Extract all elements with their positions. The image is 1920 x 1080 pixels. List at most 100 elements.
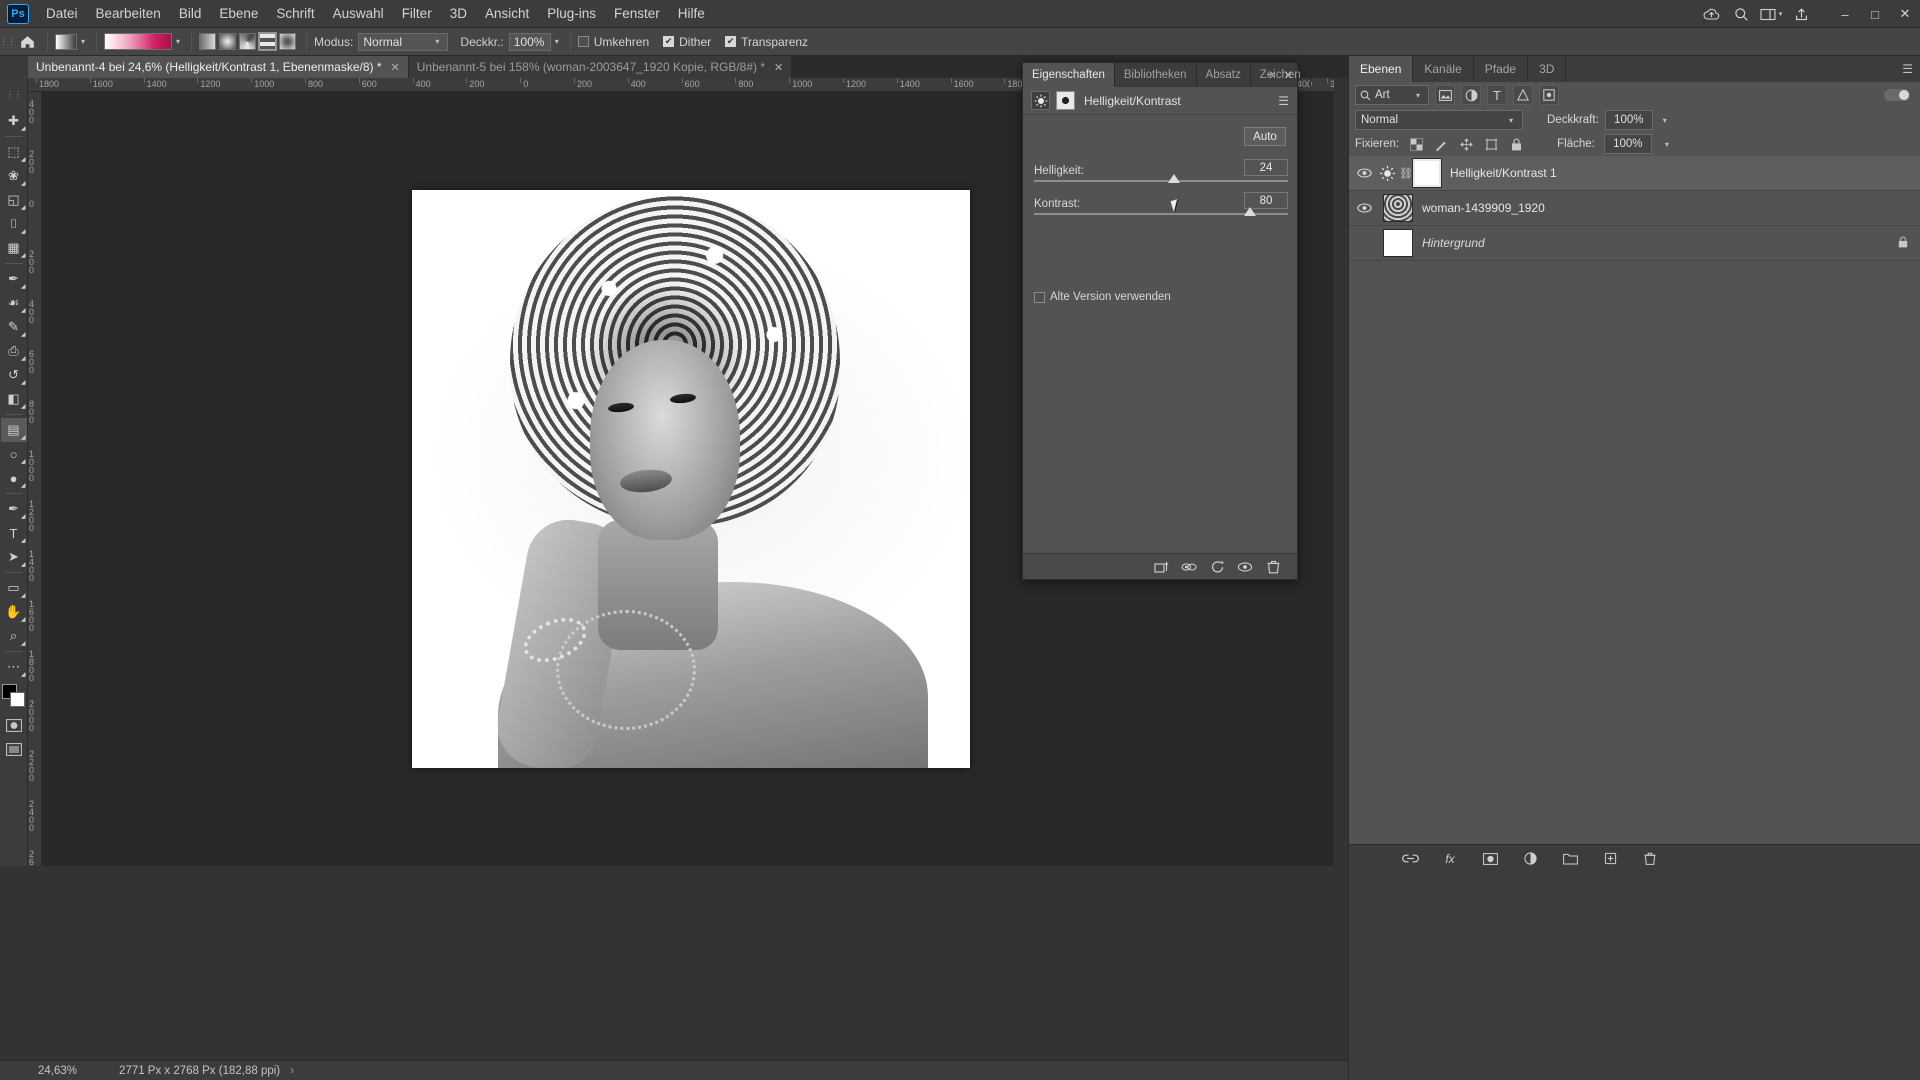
pixel-filter-icon[interactable] (1435, 85, 1455, 105)
lock-position-icon[interactable] (1458, 136, 1474, 152)
background-color-swatch[interactable] (9, 692, 25, 707)
document-tab[interactable]: Unbenannt-5 bei 158% (woman-2003647_1920… (408, 56, 793, 78)
clone-stamp-tool[interactable]: ⎙ ◢ (1, 339, 27, 363)
view-previous-state-icon[interactable] (1181, 559, 1197, 575)
brightness-track[interactable] (1034, 180, 1288, 182)
close-tab-icon[interactable]: ✕ (774, 61, 783, 74)
mode-select[interactable]: Normal ▾ (358, 32, 449, 51)
gradient-type-radial[interactable] (219, 33, 237, 50)
chevron-down-icon[interactable]: ▾ (555, 37, 559, 46)
menu-item-fenster[interactable]: Fenster (605, 3, 669, 24)
auto-button[interactable]: Auto (1244, 127, 1286, 146)
close-tab-icon[interactable]: ✕ (391, 61, 400, 74)
layers-tab-pfade[interactable]: Pfade (1474, 56, 1529, 82)
menu-item-filter[interactable]: Filter (393, 3, 441, 24)
menu-item-schrift[interactable]: Schrift (267, 3, 323, 24)
zoom-tool[interactable]: ⌕ ◢ (1, 624, 27, 648)
menu-item-bild[interactable]: Bild (170, 3, 211, 24)
layer-row[interactable]: woman-1439909_1920 (1349, 191, 1920, 226)
toolbar-grip[interactable]: ⋮⋮ (6, 80, 23, 108)
collapse-icon[interactable]: « (1269, 69, 1275, 81)
layer-thumbnail[interactable] (1383, 229, 1413, 257)
opacity-input[interactable]: 100% (508, 32, 551, 51)
layer-visibility-icon[interactable] (1353, 168, 1375, 178)
properties-tab-bibliotheken[interactable]: Bibliotheken (1115, 63, 1197, 87)
layer-fill-input[interactable]: 100% (1603, 134, 1652, 154)
gradient-type-reflected[interactable] (258, 32, 278, 51)
contrast-thumb[interactable] (1243, 207, 1256, 216)
close-button[interactable]: ✕ (1890, 0, 1920, 28)
delete-layer-icon[interactable] (1641, 850, 1659, 868)
healing-brush-tool[interactable]: ☙ ◢ (1, 291, 27, 315)
dodge-tool[interactable]: ● ◢ (1, 466, 27, 490)
smart-object-filter-icon[interactable] (1539, 85, 1559, 105)
move-tool[interactable]: ✚ ◢ (1, 109, 27, 133)
rectangle-tool[interactable]: ▭ ◢ (1, 576, 27, 600)
menu-item-plug-ins[interactable]: Plug-ins (538, 3, 605, 24)
chevron-down-icon[interactable]: ▾ (81, 37, 85, 46)
maximize-button[interactable]: □ (1860, 0, 1890, 28)
document-tab[interactable]: Unbenannt-4 bei 24,6% (Helligkeit/Kontra… (28, 56, 409, 78)
reverse-checkbox[interactable]: Umkehren (577, 35, 649, 49)
screen-mode-icon[interactable] (1, 737, 27, 761)
brightness-value[interactable]: 24 (1244, 159, 1288, 176)
chevron-down-icon[interactable]: ▾ (1663, 116, 1667, 125)
gradient-swatch-small[interactable] (55, 33, 77, 50)
new-group-icon[interactable] (1561, 850, 1579, 868)
gradient-type-diamond[interactable] (279, 33, 297, 50)
blend-mode-select[interactable]: Normal ▾ (1355, 110, 1523, 130)
new-adjustment-icon[interactable] (1521, 850, 1539, 868)
properties-menu-icon[interactable]: ☰ (1278, 94, 1289, 108)
quick-mask-icon[interactable] (1, 713, 27, 737)
gradient-tool[interactable]: ▤ ◢ (0, 418, 27, 442)
color-swatches[interactable] (1, 683, 27, 709)
menu-item-datei[interactable]: Datei (37, 3, 87, 24)
frame-tool[interactable]: ▦ ◢ (1, 236, 27, 260)
blur-tool[interactable]: ○ ◢ (1, 442, 27, 466)
delete-icon[interactable] (1265, 559, 1281, 575)
toggle-visibility-icon[interactable] (1237, 559, 1253, 575)
brush-tool[interactable]: ✎ ◢ (1, 315, 27, 339)
history-brush-tool[interactable]: ↺ ◢ (1, 363, 27, 387)
dither-checkbox[interactable]: Dither (663, 35, 711, 49)
shape-filter-icon[interactable] (1513, 85, 1533, 105)
chevron-down-icon[interactable]: ▾ (176, 37, 180, 46)
marquee-tool[interactable]: ⬚ ◢ (1, 140, 27, 164)
add-mask-icon[interactable] (1481, 850, 1499, 868)
layer-opacity-input[interactable]: 100% (1604, 110, 1653, 130)
search-icon[interactable] (1726, 0, 1756, 28)
home-icon[interactable] (14, 31, 40, 53)
cloud-icon[interactable] (1696, 0, 1726, 28)
workspace-icon[interactable]: ▾ (1756, 0, 1786, 28)
layer-style-icon[interactable]: fx (1441, 850, 1459, 868)
properties-tab-absatz[interactable]: Absatz (1197, 63, 1251, 87)
minimize-button[interactable]: – (1830, 0, 1860, 28)
reset-icon[interactable] (1209, 559, 1225, 575)
menu-item-ebene[interactable]: Ebene (210, 3, 267, 24)
eyedropper-tool[interactable]: ✒ ◢ (1, 267, 27, 291)
status-expand-icon[interactable]: › (290, 1065, 294, 1077)
menu-item-auswahl[interactable]: Auswahl (324, 3, 393, 24)
eraser-tool[interactable]: ◧ ◢ (1, 387, 27, 411)
layer-visibility-icon[interactable] (1353, 203, 1375, 213)
chevron-down-icon[interactable]: ▾ (1665, 140, 1669, 149)
lock-all-icon[interactable] (1508, 136, 1524, 152)
pen-tool[interactable]: ✒ ◢ (1, 497, 27, 521)
transparency-checkbox[interactable]: Transparenz (725, 35, 808, 49)
layers-menu-icon[interactable]: ☰ (1902, 62, 1913, 76)
properties-tab-eigenschaften[interactable]: Eigenschaften (1023, 63, 1115, 87)
hand-tool[interactable]: ✋ ◢ (1, 600, 27, 624)
share-icon[interactable] (1786, 0, 1816, 28)
menu-item-3d[interactable]: 3D (441, 3, 476, 24)
layer-filter-select[interactable]: Art ▾ (1355, 85, 1429, 105)
lock-image-icon[interactable] (1433, 136, 1449, 152)
legacy-checkbox[interactable]: Alte Version verwenden (1034, 291, 1171, 303)
gradient-preview[interactable] (104, 33, 173, 50)
lock-artboard-icon[interactable] (1483, 136, 1499, 152)
layers-tab-ebenen[interactable]: Ebenen (1349, 56, 1414, 82)
gradient-type-linear[interactable] (199, 33, 217, 50)
adjustment-filter-icon[interactable] (1461, 85, 1481, 105)
object-selection-tool[interactable]: ◱ ◢ (1, 188, 27, 212)
adjustment-thumbnail[interactable] (1375, 161, 1399, 185)
layer-mask-icon[interactable] (1056, 91, 1075, 110)
